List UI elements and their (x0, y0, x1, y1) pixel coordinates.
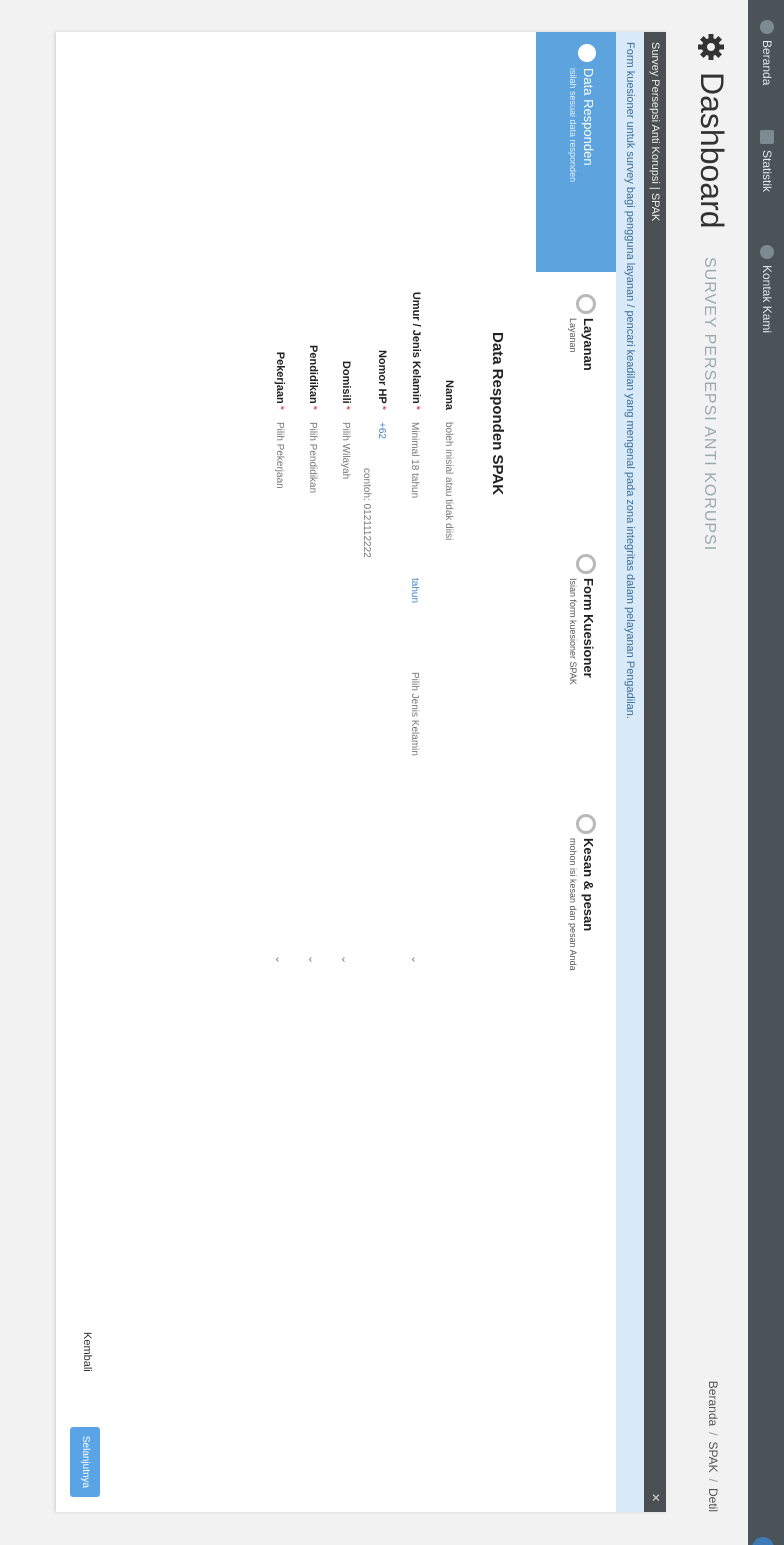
step-layanan[interactable]: Layanan Layanan (536, 282, 616, 532)
info-banner: Form kuesioner untuk survey bagi penggun… (616, 32, 644, 1512)
breadcrumb-spak[interactable]: SPAK (706, 1442, 720, 1473)
step-active-icon (578, 44, 596, 62)
hp-input[interactable]: contoh: 0121112222 (361, 468, 372, 558)
page-header: Dashboard SURVEY PERSEPSI ANTI KORUPSI B… (674, 32, 730, 1512)
next-button[interactable]: Selanjutnya (70, 1427, 100, 1497)
top-navbar: Beranda Statistik Kontak Kami (748, 0, 784, 1545)
step-subtitle: isilah sesuai data responden (568, 68, 578, 183)
wizard-steps: Data Responden isilah sesuai data respon… (536, 32, 616, 1512)
bar-chart-icon (760, 130, 774, 144)
domisili-label: Domisili* (340, 360, 352, 410)
step-kesan-pesan[interactable]: Kesan & pesan mohon isi kesan dan pesan … (536, 802, 616, 1052)
user-avatar[interactable] (752, 1537, 774, 1545)
chevron-down-icon[interactable]: ⌄ (409, 955, 422, 964)
breadcrumb: Beranda/SPAK/Detil (706, 1380, 720, 1512)
step-pending-icon (576, 294, 596, 314)
step-title: Data Responden (581, 68, 596, 166)
card-header: Survey Persepsi Anti Korupsi | SPAK × (644, 32, 666, 1512)
step-subtitle: mohon isi kesan dan pesan Anda (568, 838, 578, 971)
nav-kontak[interactable]: Kontak Kami (760, 245, 774, 333)
pekerjaan-select[interactable]: Pilih Pekerjaan (274, 422, 285, 489)
chevron-down-icon[interactable]: ⌄ (273, 955, 286, 964)
step-title: Layanan (581, 318, 596, 371)
pekerjaan-label: Pekerjaan* (274, 351, 286, 410)
step-pending-icon (576, 554, 596, 574)
nav-beranda[interactable]: Beranda (760, 20, 774, 85)
nav-statistik[interactable]: Statistik (760, 130, 774, 192)
nama-input[interactable]: boleh inisial atau tidak diisi (443, 422, 454, 540)
pendidikan-select[interactable]: Pilih Pendidikan (307, 422, 318, 493)
page-title: Dashboard (694, 72, 730, 229)
step-title: Kesan & pesan (581, 838, 596, 932)
umur-input[interactable]: Minimal 18 tahun (409, 422, 420, 498)
umur-label: Umur / Jenis Kelamin* (410, 291, 422, 410)
hp-label: Nomor HP* (376, 349, 388, 410)
gear-icon (698, 34, 724, 60)
card-title: Survey Persepsi Anti Korupsi | SPAK (649, 42, 661, 222)
pendidikan-label: Pendidikan* (307, 345, 319, 410)
step-title: Form Kuesioner (581, 578, 596, 678)
step-data-responden[interactable]: Data Responden isilah sesuai data respon… (536, 32, 616, 272)
hp-prefix: +62 (376, 422, 387, 439)
breadcrumb-beranda[interactable]: Beranda (706, 1381, 720, 1426)
nav-statistik-label: Statistik (760, 150, 774, 193)
step-subtitle: Isian form kuesioner SPAK (568, 578, 578, 685)
info-text: Form kuesioner untuk survey bagi penggun… (624, 42, 636, 719)
breadcrumb-detil: Detil (706, 1487, 720, 1512)
close-icon[interactable]: × (647, 1493, 664, 1502)
umur-unit: tahun (409, 578, 420, 604)
nav-kontak-label: Kontak Kami (760, 265, 774, 334)
form-title: Data Responden SPAK (489, 332, 506, 496)
page-subtitle: SURVEY PERSEPSI ANTI KORUPSI (701, 257, 718, 552)
chevron-down-icon[interactable]: ⌄ (306, 955, 319, 964)
chevron-down-icon[interactable]: ⌄ (339, 955, 352, 964)
step-subtitle: Layanan (568, 318, 578, 353)
home-icon (760, 20, 774, 34)
screen-canvas: Beranda Statistik Kontak Kami Dashboard … (0, 0, 784, 1545)
gender-select[interactable]: Pilih Jenis Kelamin (409, 672, 420, 756)
nav-beranda-label: Beranda (760, 40, 774, 86)
nama-label: Nama (443, 380, 455, 410)
step-form-kuesioner[interactable]: Form Kuesioner Isian form kuesioner SPAK (536, 542, 616, 792)
step-pending-icon (576, 814, 596, 834)
phone-icon (760, 245, 774, 259)
domisili-select[interactable]: Pilih Wilayah (340, 422, 351, 479)
back-button[interactable]: Kembali (81, 1332, 93, 1372)
survey-card: Survey Persepsi Anti Korupsi | SPAK × Fo… (56, 32, 666, 1512)
